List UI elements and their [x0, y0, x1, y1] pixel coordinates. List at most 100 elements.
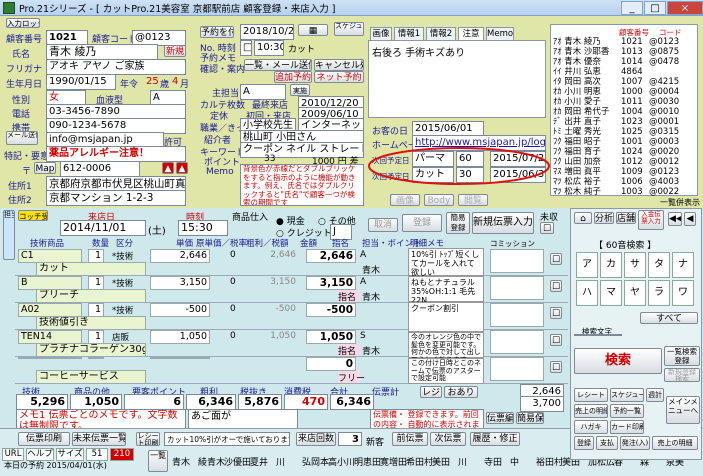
row-amount[interactable]: 0 [306, 357, 356, 371]
visit-count-button[interactable]: 来店回数 [296, 432, 336, 446]
special-note-field[interactable]: 薬品アレルギー注意！ [46, 146, 186, 162]
side-menu-button[interactable]: レシート [574, 388, 608, 402]
zip-search-icon[interactable]: ▲ [162, 162, 174, 174]
today-reserve-name[interactable]: 高小川 [328, 458, 355, 469]
close-button[interactable]: × [667, 0, 703, 15]
name-field[interactable]: 青木 綾乃 [46, 44, 158, 60]
today-reserve-name[interactable]: 希田村 [406, 458, 433, 469]
today-reserve-name[interactable]: 弘岡本 [302, 458, 329, 469]
row-price[interactable]: 2,646 [150, 249, 210, 263]
tab-memo[interactable]: Memo [486, 27, 514, 40]
register-pay-button[interactable]: レジ [420, 386, 442, 398]
next-visit2-days[interactable]: 30 [456, 167, 484, 183]
image-button[interactable]: 画像 [390, 194, 420, 206]
row-amount[interactable]: 2,646 [306, 249, 356, 263]
row-code[interactable]: C1 [18, 249, 82, 263]
unpaid-checkbox[interactable]: ☐ [540, 222, 554, 234]
new-slip-button[interactable]: 新規伝票入力 [472, 212, 534, 234]
homepage-link[interactable]: http://www.msjapan.jp/logoms [412, 135, 546, 151]
tab-info2[interactable]: 情報2 [426, 27, 456, 40]
memo-note-3[interactable]: クーポン割引 [408, 302, 484, 332]
next-visit1-days[interactable]: 60 [456, 151, 484, 167]
all-button[interactable]: すべて [640, 312, 698, 324]
row-name[interactable]: カット [36, 262, 146, 276]
prev-slip-button[interactable]: 前伝票 [392, 432, 428, 446]
split-button[interactable]: 分析 [594, 212, 614, 224]
slip-edit-button[interactable]: 伝票編集 [486, 412, 514, 424]
row-qty[interactable]: 1 [88, 303, 104, 317]
row-code[interactable]: A02 [18, 303, 82, 317]
today-reserve-name[interactable]: 美田 [432, 458, 450, 469]
today-reserve-name[interactable]: 川 [276, 458, 285, 469]
customer-list-item[interactable]: ﾄﾐ 土曜 秀光 1025 @0315 [553, 127, 693, 137]
caution-note-panel[interactable]: 右後ろ 手術キズあり [368, 40, 546, 118]
row-name[interactable]: 技術値引き [36, 316, 146, 330]
row-qty[interactable]: 1 [88, 249, 104, 263]
shop-button[interactable]: 店舗 [616, 212, 636, 224]
row-amount[interactable]: -500 [306, 303, 356, 317]
staff-fixed-button[interactable]: 実施 [290, 84, 310, 96]
furigana-field[interactable]: アオキ アヤノ ご家族 [46, 59, 186, 75]
side-menu-button[interactable]: 登録 [574, 436, 594, 450]
reserve-button[interactable]: 予約を付 [200, 26, 234, 38]
zip-field[interactable]: 612-0006 [60, 161, 140, 177]
minimize-button[interactable]: _ [621, 0, 643, 15]
quick-save-button[interactable]: 簡易保存 [516, 412, 544, 424]
row-name[interactable]: ブリーチ [36, 289, 146, 303]
search-mode-icon[interactable]: ⌂ [574, 212, 592, 224]
map-button[interactable]: Map [34, 162, 56, 174]
kana-key[interactable]: ワ [672, 280, 694, 306]
row-price[interactable]: 1,050 [150, 330, 210, 344]
tab-caution[interactable]: 注意 [458, 27, 484, 41]
today-reserve-name[interactable]: 寛増田 [380, 458, 407, 469]
today-reserve-name[interactable]: 寺田 [484, 458, 502, 469]
commission-cell[interactable] [490, 276, 544, 300]
row-price[interactable]: -500 [150, 303, 210, 317]
row-amount[interactable]: 3,150 [306, 276, 356, 290]
customer-list-item[interactable]: ﾌｸ 福田 昭子 1001 @0003 [553, 137, 693, 147]
memo-field[interactable]: 背景色が赤線だとダブルブリッケをすると指示のように機能が動きます。例え、氏名では… [240, 164, 364, 206]
row-checkbox[interactable]: ☐ [550, 307, 562, 319]
memo-note-5[interactable]: この付け日時とこのネームで伝票のアスターで設定可能 [408, 358, 484, 384]
kana-key[interactable]: マ [600, 280, 622, 306]
today-reserve-name[interactable]: 川 [458, 458, 467, 469]
row-checkbox[interactable]: ☐ [550, 280, 562, 292]
kana-key[interactable]: ラ [648, 280, 670, 306]
visit-time-input[interactable]: 15:30 [178, 220, 228, 236]
cancel-process-button[interactable]: キャンセル処理 [314, 59, 364, 71]
reserve-date-field[interactable]: 2018/10/20 [240, 24, 294, 40]
customer-list-item[interactable]: ｱｵ 青木 綾乃 1021 @0123 [553, 37, 693, 47]
staff-vertical-button[interactable]: 担当者 [3, 210, 15, 260]
slip-print-button[interactable]: 伝票印刷 [18, 432, 70, 446]
customer-list-item[interactable]: ｲﾀ 岡田 高次 1007 @4215 [553, 77, 693, 87]
customer-list-item[interactable]: ﾌｸ 山田 加奈 1012 @0012 [553, 157, 693, 167]
commission-cell[interactable] [490, 357, 544, 381]
next-slip-button[interactable]: 次伝票 [430, 432, 466, 446]
kana-key[interactable]: ハ [576, 280, 598, 306]
today-reserve-name[interactable]: 青木 [172, 458, 190, 469]
search-char-field[interactable] [574, 334, 622, 336]
cancel-button[interactable]: 取消 [368, 218, 398, 232]
add-reserve-button[interactable]: 追加予約 [274, 71, 312, 83]
nav-first-icon[interactable]: ◀◀ [668, 212, 682, 226]
customer-list-item[interactable]: ﾌｸ 福田 育子 1024 @0020 [553, 147, 693, 157]
search-button[interactable]: 検索 [574, 348, 662, 374]
kana-key[interactable]: ヤ [624, 280, 646, 306]
commission-cell[interactable] [490, 330, 544, 354]
row-qty[interactable] [88, 357, 104, 359]
row-code[interactable]: TEN14 [18, 330, 82, 344]
birthdate-field[interactable]: 1990/01/15 [46, 74, 116, 90]
row-price[interactable] [150, 357, 210, 359]
tab-image[interactable]: 画像 [370, 27, 392, 40]
copy-button[interactable]: コッチ受け [18, 210, 48, 221]
schedule-button[interactable]: スケジュール表 [334, 22, 364, 36]
kana-key[interactable]: ア [576, 252, 598, 278]
next-visit1-menu[interactable]: パーマ [412, 151, 454, 167]
browse-button[interactable]: 閲覧 [458, 194, 488, 206]
tab-info1[interactable]: 情報1 [394, 27, 424, 40]
today-reserve-name[interactable]: 裕田村 [536, 458, 563, 469]
side-menu-button[interactable]: ハガキ [574, 420, 608, 434]
customer-list-item[interactable]: ﾏﾂ 松木 純子 1003 @0022 [553, 187, 693, 197]
address2-field[interactable]: 京都マンション 1-2-3 [46, 190, 186, 206]
maximize-button[interactable]: □ [644, 0, 666, 15]
